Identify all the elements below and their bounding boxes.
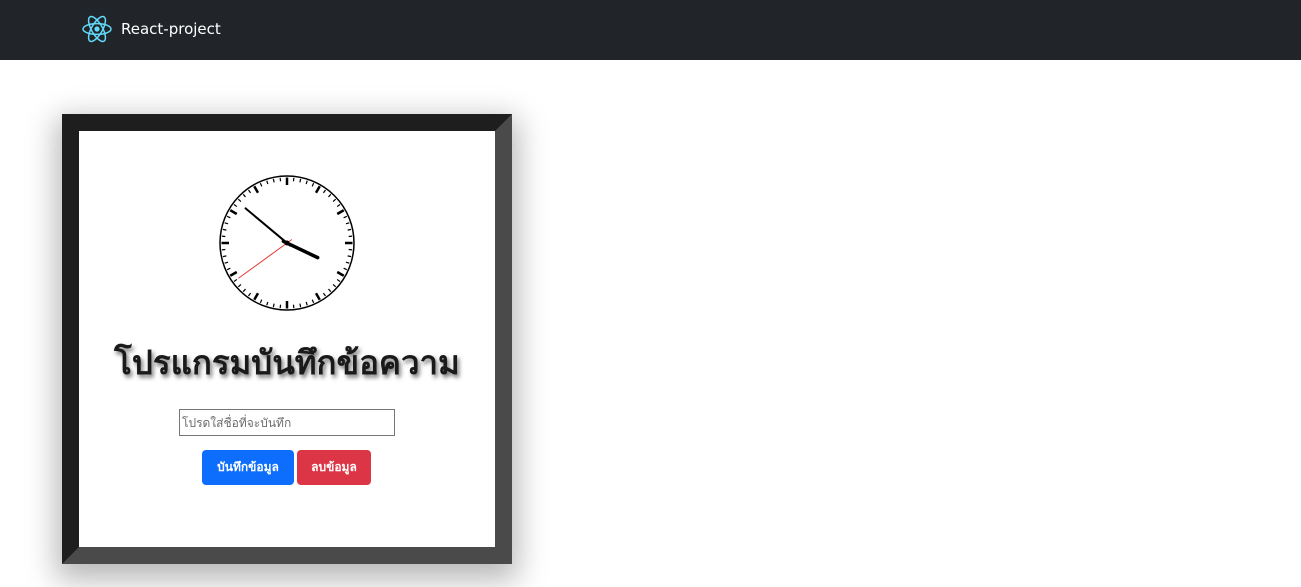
picture-frame: โปรแกรมบันทึกข้อความ บันทึกข้อมูล ลบข้อม… xyxy=(62,114,512,564)
brand-label: React-project xyxy=(121,20,221,38)
clock-center xyxy=(284,240,290,246)
clock-minute-tick xyxy=(299,303,302,308)
clock-minute-tick xyxy=(272,303,275,308)
clock-minute-tick xyxy=(222,228,227,231)
analog-clock-icon xyxy=(219,175,355,311)
page-title: โปรแกรมบันทึกข้อความ xyxy=(114,343,460,382)
clock-minute-tick xyxy=(299,178,302,183)
clock-minute-tick xyxy=(347,228,352,231)
clock-minute-tick xyxy=(347,255,352,258)
navbar-brand[interactable]: React-project xyxy=(81,13,221,45)
save-button[interactable]: บันทึกข้อมูล xyxy=(202,450,294,485)
top-navbar: React-project xyxy=(0,0,1301,60)
clock-minute-tick xyxy=(272,178,275,183)
frame-content: โปรแกรมบันทึกข้อความ บันทึกข้อมูล ลบข้อม… xyxy=(79,131,495,547)
delete-button[interactable]: ลบข้อมูล xyxy=(297,450,371,485)
name-input[interactable] xyxy=(179,409,395,436)
clock-minute-tick xyxy=(222,255,227,258)
react-atom-icon xyxy=(82,15,112,43)
